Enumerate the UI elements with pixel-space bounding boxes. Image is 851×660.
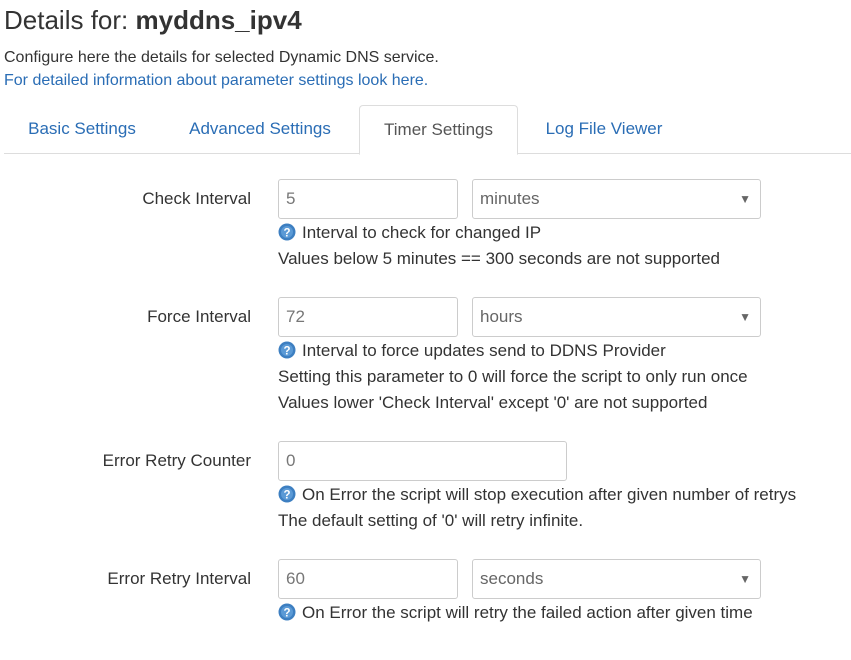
retry-interval-unit-select[interactable]: seconds ▼ <box>472 559 761 599</box>
tab-bar: Basic Settings Advanced Settings Timer S… <box>4 105 851 155</box>
svg-text:?: ? <box>283 489 290 501</box>
check-interval-input[interactable] <box>278 179 458 219</box>
chevron-down-icon: ▼ <box>739 192 751 206</box>
section-name: myddns_ipv4 <box>135 5 302 35</box>
check-interval-label: Check Interval <box>142 189 251 208</box>
check-interval-help-text: Interval to check for changed IP <box>302 223 542 242</box>
svg-text:?: ? <box>283 345 290 357</box>
force-interval-help-text: Interval to force updates send to DDNS P… <box>302 341 666 360</box>
page-title: Details for: myddns_ipv4 <box>4 4 302 36</box>
retry-counter-help-text: On Error the script will stop execution … <box>302 485 797 504</box>
force-interval-note-2: Values lower 'Check Interval' except '0'… <box>278 393 708 412</box>
svg-text:?: ? <box>283 227 290 239</box>
title-prefix: Details for: <box>4 5 129 35</box>
help-icon: ? <box>278 223 296 241</box>
retry-interval-help: ? On Error the script will retry the fail… <box>278 600 753 626</box>
info-link[interactable]: For detailed information about parameter… <box>4 70 428 92</box>
check-interval-unit-select[interactable]: minutes ▼ <box>472 179 761 219</box>
check-interval-help: ? Interval to check for changed IP <box>278 220 541 246</box>
retry-counter-input[interactable] <box>278 441 567 481</box>
page-description: Configure here the details for selected … <box>4 49 439 66</box>
retry-interval-label: Error Retry Interval <box>107 569 251 588</box>
svg-text:?: ? <box>283 607 290 619</box>
retry-counter-help: ? On Error the script will stop execution… <box>278 482 796 508</box>
chevron-down-icon: ▼ <box>739 310 751 324</box>
check-interval-note: Values below 5 minutes == 300 seconds ar… <box>278 249 720 268</box>
force-interval-unit-value: hours <box>480 307 523 326</box>
chevron-down-icon: ▼ <box>739 572 751 586</box>
retry-counter-note: The default setting of '0' will retry in… <box>278 511 584 530</box>
tab-timer-settings[interactable]: Timer Settings <box>359 105 518 155</box>
tab-advanced-settings[interactable]: Advanced Settings <box>160 105 360 154</box>
help-icon: ? <box>278 485 296 503</box>
retry-counter-label: Error Retry Counter <box>102 451 251 470</box>
force-interval-help: ? Interval to force updates send to DDNS … <box>278 338 666 364</box>
help-icon: ? <box>278 603 296 621</box>
retry-interval-unit-value: seconds <box>480 569 544 588</box>
force-interval-label: Force Interval <box>147 307 251 326</box>
check-interval-unit-value: minutes <box>480 189 540 208</box>
help-icon: ? <box>278 341 296 359</box>
force-interval-note-1: Setting this parameter to 0 will force t… <box>278 367 748 386</box>
force-interval-unit-select[interactable]: hours ▼ <box>472 297 761 337</box>
force-interval-input[interactable] <box>278 297 458 337</box>
retry-interval-input[interactable] <box>278 559 458 599</box>
tab-log-file-viewer[interactable]: Log File Viewer <box>518 105 690 154</box>
tab-basic-settings[interactable]: Basic Settings <box>4 105 160 154</box>
retry-interval-help-text: On Error the script will retry the faile… <box>302 603 753 622</box>
